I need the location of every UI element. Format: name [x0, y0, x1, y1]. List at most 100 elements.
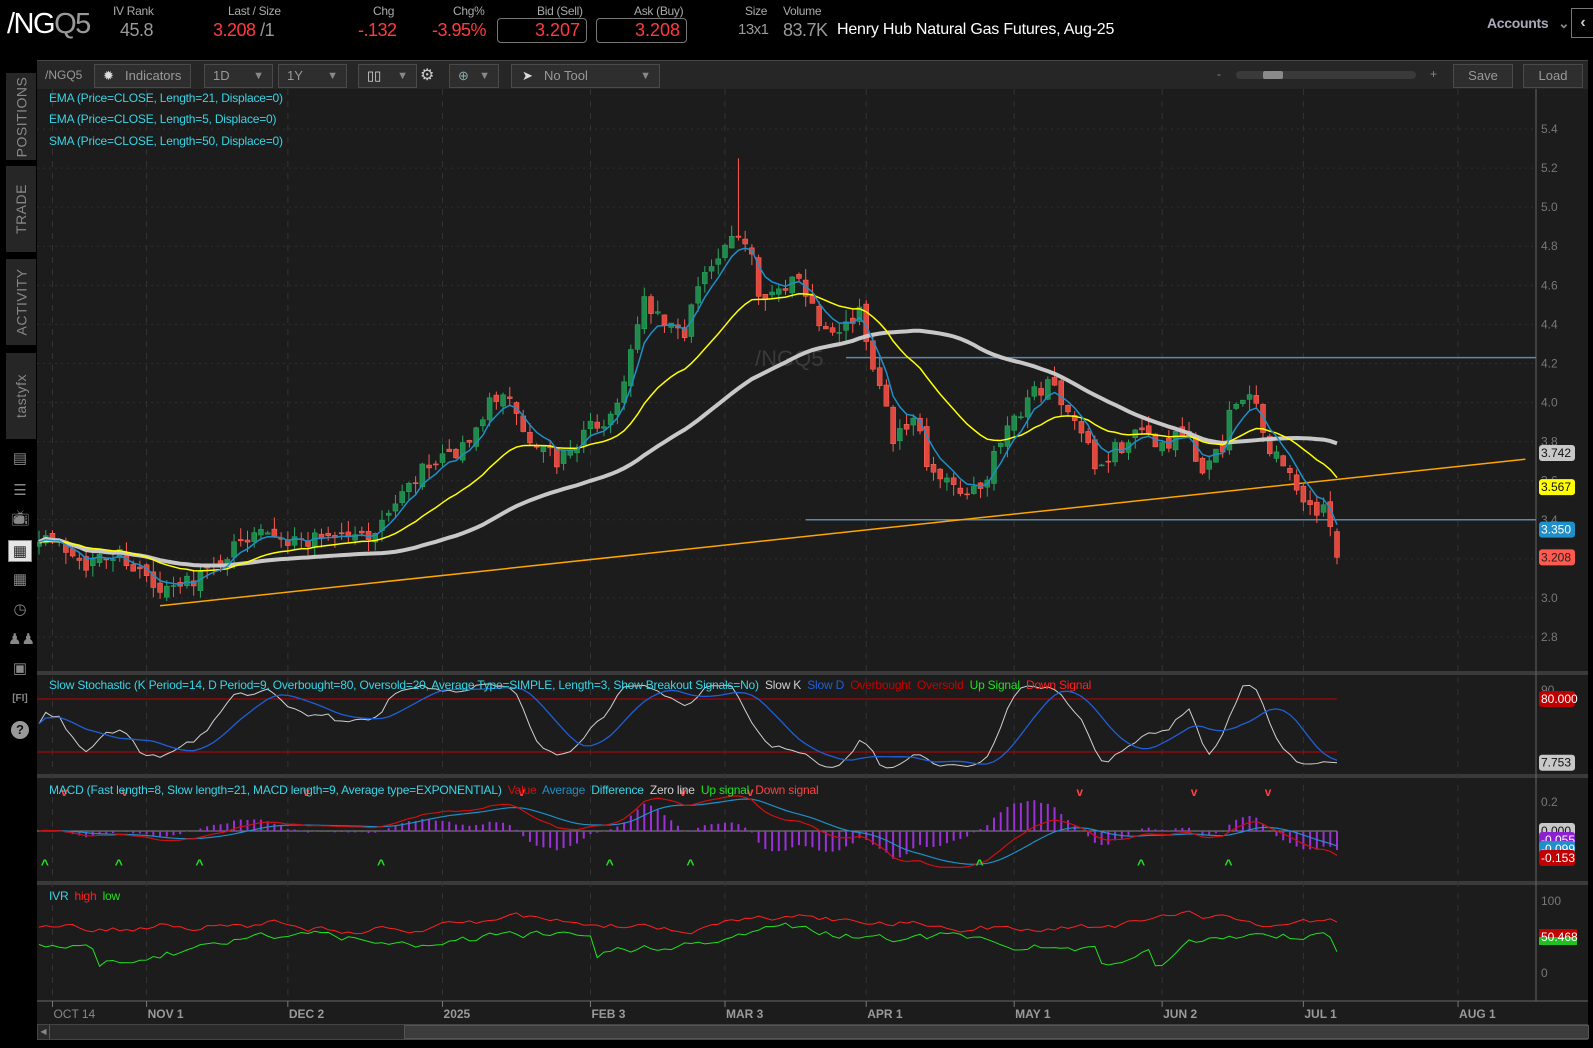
tv-icon[interactable]: 📺︎: [8, 508, 32, 530]
candle-body: [137, 566, 143, 570]
speedometer-icon: ✹: [103, 68, 114, 83]
calendar-icon[interactable]: ▣: [8, 658, 32, 680]
date-tick-label: JUL 1: [1304, 1007, 1337, 1021]
grid-icon[interactable]: ▦: [8, 569, 32, 591]
save-button[interactable]: Save: [1453, 64, 1513, 88]
candle-body: [164, 585, 170, 598]
candle-body: [648, 296, 654, 314]
indicators-label: Indicators: [125, 68, 182, 83]
chg-pct-label: Chg%: [453, 4, 485, 18]
watchlist-icon[interactable]: ▤: [8, 448, 32, 470]
price-badge: 3.208: [1541, 550, 1571, 564]
chart-icon[interactable]: ▦: [8, 540, 32, 562]
caret-down-icon: ▼: [640, 70, 651, 82]
candle-body: [661, 314, 668, 325]
sidebar-tab-positions[interactable]: POSITIONS: [6, 73, 36, 160]
legend-difference: Difference: [588, 783, 644, 797]
candle-body: [823, 326, 829, 330]
tab-label: POSITIONS: [13, 76, 30, 157]
legend-zero-line: Zero line: [646, 783, 695, 797]
candle: [1119, 440, 1125, 455]
scrollbar-thumb[interactable]: [404, 1025, 1589, 1039]
zoom-slider[interactable]: [1236, 71, 1416, 79]
chart-area[interactable]: 5.45.25.04.84.64.44.24.03.83.63.43.23.02…: [36, 89, 1589, 1040]
price-tick-label: 5.0: [1541, 200, 1558, 214]
candle-body: [950, 477, 957, 485]
ask-label: Ask (Buy): [634, 4, 684, 18]
macd-title: MACD (Fast length=8, Slow length=21, MAC…: [49, 783, 502, 797]
candle-body: [399, 491, 405, 503]
sidebar-tab-trade[interactable]: TRADE: [6, 166, 36, 252]
scroll-left-button[interactable]: ◀: [38, 1025, 50, 1039]
candle-body: [1065, 404, 1071, 413]
zoom-slider-thumb[interactable]: [1263, 71, 1283, 79]
candle-body: [641, 296, 648, 330]
sidebar-tab-activity[interactable]: ACTIVITY: [6, 259, 36, 345]
tool-dropdown[interactable]: ➤ No Tool ▼: [511, 64, 660, 88]
chevron-down-icon: ⌄: [1557, 15, 1570, 31]
macd-up-signal: ^: [195, 856, 203, 872]
fi-icon[interactable]: [FI]: [8, 688, 32, 710]
drawing-tools-dropdown[interactable]: ⊕ ▼: [449, 64, 499, 88]
contract-description: Henry Hub Natural Gas Futures, Aug-25: [837, 21, 1115, 38]
panel-divider: [37, 671, 1588, 675]
macd-up-signal: ^: [1137, 856, 1145, 872]
load-button[interactable]: Load: [1523, 64, 1583, 88]
ask-button[interactable]: 3.208: [596, 18, 687, 43]
price-tick-label: 5.4: [1541, 122, 1558, 136]
history-icon[interactable]: ◷: [8, 599, 32, 621]
candle-body: [90, 557, 96, 566]
sidebar-tab-tastyfx[interactable]: tastyfx: [6, 353, 36, 439]
date-tick-label: NOV 1: [148, 1007, 184, 1021]
bid-label: Bid (Sell): [537, 4, 583, 18]
candle-body: [991, 450, 997, 484]
candle-body: [554, 447, 560, 468]
horizontal-scrollbar[interactable]: ◀: [37, 1024, 1589, 1040]
candle-body: [540, 446, 547, 453]
interval-dropdown[interactable]: 1D ▼: [204, 64, 273, 88]
accounts-menu[interactable]: Accounts ⌄: [1487, 15, 1570, 32]
legend-low: low: [99, 889, 121, 903]
macd-up-signal: ^: [976, 856, 984, 872]
tab-label: ACTIVITY: [13, 268, 30, 336]
candle-body: [1092, 439, 1098, 470]
candle: [1112, 438, 1118, 467]
price-tick-label: 4.6: [1541, 278, 1558, 292]
candle-body: [1280, 455, 1286, 467]
list-icon[interactable]: ☰: [8, 480, 32, 502]
candle-body: [1287, 468, 1293, 473]
cursor-arrow-icon: ➤: [522, 68, 533, 83]
candle-body: [1193, 438, 1199, 462]
caret-down-icon: ▼: [479, 70, 490, 82]
help-icon[interactable]: ?: [8, 719, 32, 741]
bid-button[interactable]: 3.207: [497, 18, 587, 43]
zoom-out-button[interactable]: -: [1217, 67, 1221, 81]
chart-toolbar: /NGQ5 ✹ Indicators 1D ▼ 1Y ▼ ▯▯ ▼ ⚙ ⊕ ▼ ➤ No…: [37, 60, 1588, 89]
chart-canvas[interactable]: 5.45.25.04.84.64.44.24.03.83.63.43.23.02…: [36, 89, 1588, 1040]
macd-badge: -0.153: [1541, 851, 1575, 865]
candle-body: [446, 448, 452, 452]
candle-body: [318, 533, 325, 539]
candle-body: [997, 442, 1004, 447]
candle-body: [816, 305, 822, 327]
range-dropdown[interactable]: 1Y ▼: [278, 64, 347, 88]
symbol-title: /NGQ5: [7, 8, 91, 41]
candle-body: [1253, 395, 1260, 404]
macd-up-signal: ^: [1224, 856, 1232, 872]
candle-body: [776, 288, 782, 295]
candle-body: [1334, 531, 1340, 558]
collapse-panel-button[interactable]: ‹: [1571, 8, 1593, 38]
candle-body: [1240, 399, 1246, 404]
candle-body: [742, 238, 748, 245]
date-tick-label: FEB 3: [591, 1007, 625, 1021]
candle-body: [782, 288, 789, 291]
candle-body: [251, 532, 257, 542]
community-icon[interactable]: ♟♟: [8, 629, 35, 651]
candle-body: [338, 532, 345, 535]
gear-icon[interactable]: ⚙: [420, 65, 434, 85]
accounts-label: Accounts: [1487, 15, 1549, 31]
chart-type-dropdown[interactable]: ▯▯ ▼: [358, 64, 417, 88]
legend-ema5: EMA (Price=CLOSE, Length=5, Displace=0): [49, 112, 277, 126]
zoom-in-button[interactable]: +: [1430, 67, 1437, 81]
indicators-button[interactable]: ✹ Indicators: [94, 64, 191, 88]
